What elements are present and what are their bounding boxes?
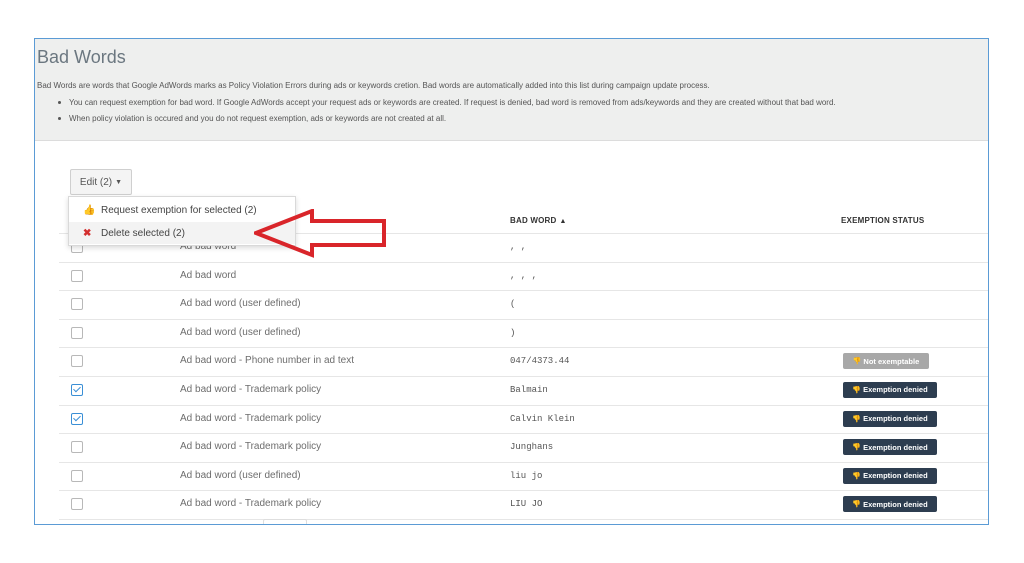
caret-down-icon: ▼ bbox=[115, 178, 123, 186]
table-row[interactable]: Ad bad word , , , bbox=[59, 263, 988, 292]
badge-label: Exemption denied bbox=[863, 442, 928, 452]
info-bullet: When policy violation is occured and you… bbox=[55, 111, 836, 127]
badge-label: Exemption denied bbox=[863, 385, 928, 395]
info-bullet: You can request exemption for bad word. … bbox=[55, 95, 836, 111]
row-type: Ad bad word (user defined) bbox=[180, 298, 301, 310]
row-checkbox[interactable] bbox=[71, 269, 83, 282]
badge-label: Exemption denied bbox=[863, 414, 928, 424]
page-title: Bad Words bbox=[37, 47, 126, 67]
exemption-status-badge: 👎 Exemption denied bbox=[843, 410, 937, 427]
table-row[interactable]: Ad bad word - Trademark policy Balmain 👎 Ex… bbox=[59, 377, 988, 406]
row-bad-word: , , , bbox=[510, 270, 538, 281]
exemption-status-badge: 👎 Exemption denied bbox=[843, 439, 937, 456]
row-type: Ad bad word - Trademark policy bbox=[180, 383, 322, 395]
badge-label: Not exemptable bbox=[863, 356, 920, 366]
row-type: Ad bad word bbox=[180, 269, 237, 281]
menu-item-label: Delete selected (2) bbox=[101, 227, 185, 239]
row-checkbox[interactable] bbox=[71, 412, 83, 425]
row-type: Ad bad word (user defined) bbox=[180, 326, 301, 338]
column-header-bad-word[interactable]: BAD WORD ▲ bbox=[510, 216, 567, 225]
row-checkbox[interactable] bbox=[71, 355, 83, 368]
row-bad-word: LIU JO bbox=[510, 499, 543, 510]
column-header-label: BAD WORD bbox=[510, 216, 557, 225]
row-checkbox[interactable] bbox=[71, 326, 83, 339]
table-row[interactable]: Ad bad word - Trademark policy LIU JO 👎 Exe… bbox=[59, 491, 988, 520]
edit-button-label: Edit (2) bbox=[79, 176, 113, 188]
page-description: Bad Words are words that Google AdWords … bbox=[37, 81, 710, 90]
row-bad-word: Junghans bbox=[510, 442, 554, 453]
sort-ascending-icon: ▲ bbox=[559, 218, 567, 225]
thumbs-up-icon: 👍 bbox=[83, 204, 96, 216]
bad-words-panel: Bad Words Bad Words are words that Googl… bbox=[34, 38, 989, 525]
thumbs-down-icon: 👎 bbox=[852, 415, 862, 423]
x-icon: ✖ bbox=[83, 227, 92, 239]
thumbs-down-icon: 👎 bbox=[852, 501, 862, 509]
row-checkbox[interactable] bbox=[71, 469, 83, 482]
table-row[interactable]: Ad bad word - Trademark policy Calvin Kle… bbox=[59, 406, 988, 435]
table-row[interactable]: Ad bad word - Phone number in ad text 047… bbox=[59, 348, 988, 377]
row-bad-word: ( bbox=[510, 299, 516, 310]
row-bad-word: , , bbox=[510, 242, 527, 252]
row-checkbox[interactable] bbox=[71, 383, 83, 396]
thumbs-down-icon: 👎 bbox=[852, 444, 862, 452]
row-bad-word: ) bbox=[510, 327, 516, 338]
row-type: Ad bad word - Phone number in ad text bbox=[180, 355, 354, 367]
badge-label: Exemption denied bbox=[863, 499, 928, 509]
column-header-exemption-status[interactable]: EXEMPTION STATUS bbox=[841, 216, 924, 225]
row-bad-word: Balmain bbox=[510, 384, 548, 395]
page-header: Bad Words Bad Words are words that Googl… bbox=[35, 39, 988, 141]
row-type: Ad bad word - Trademark policy bbox=[180, 441, 322, 453]
thumbs-down-icon: 👎 bbox=[852, 472, 862, 480]
thumbs-down-icon: 👎 bbox=[852, 386, 862, 394]
row-bad-word: Calvin Klein bbox=[510, 413, 575, 424]
bad-words-table: Ad bad word, , Ad bad word, , , Ad bad wor… bbox=[59, 233, 988, 520]
table-row[interactable]: Ad bad word (user defined)) bbox=[59, 320, 988, 349]
row-bad-word: liu jo bbox=[510, 470, 543, 481]
table-row[interactable]: Ad bad word (user defined) ( bbox=[59, 291, 988, 320]
annotation-arrow-icon bbox=[254, 209, 386, 258]
row-checkbox[interactable] bbox=[71, 498, 83, 511]
row-checkbox[interactable] bbox=[71, 298, 83, 311]
menu-item-label: Request exemption for selected (2) bbox=[101, 204, 257, 216]
row-checkbox[interactable] bbox=[71, 441, 83, 454]
exemption-status-badge: 👎 Exemption denied bbox=[843, 496, 937, 513]
table-row[interactable]: Ad bad word - Trademark policy Junghans 👎 E… bbox=[59, 434, 988, 463]
exemption-status-badge: 👎 Exemption denied bbox=[843, 381, 937, 398]
table-row[interactable]: Ad bad word (user defined) liu jo 👎 Exempti… bbox=[59, 463, 988, 492]
row-type: Ad bad word - Trademark policy bbox=[180, 498, 322, 510]
exemption-status-badge: 👎 Not exemptable bbox=[843, 353, 929, 370]
edit-button[interactable]: Edit (2) ▼ bbox=[70, 169, 132, 195]
row-type: Ad bad word (user defined) bbox=[180, 469, 301, 481]
row-bad-word: 047/4373.44 bbox=[510, 356, 570, 367]
exemption-status-badge: 👎 Exemption denied bbox=[843, 467, 937, 484]
thumbs-down-icon: 👎 bbox=[852, 358, 862, 366]
info-bullets: You can request exemption for bad word. … bbox=[55, 95, 836, 127]
pagination-box[interactable] bbox=[263, 519, 307, 524]
row-type: Ad bad word - Trademark policy bbox=[180, 412, 322, 424]
badge-label: Exemption denied bbox=[863, 471, 928, 481]
